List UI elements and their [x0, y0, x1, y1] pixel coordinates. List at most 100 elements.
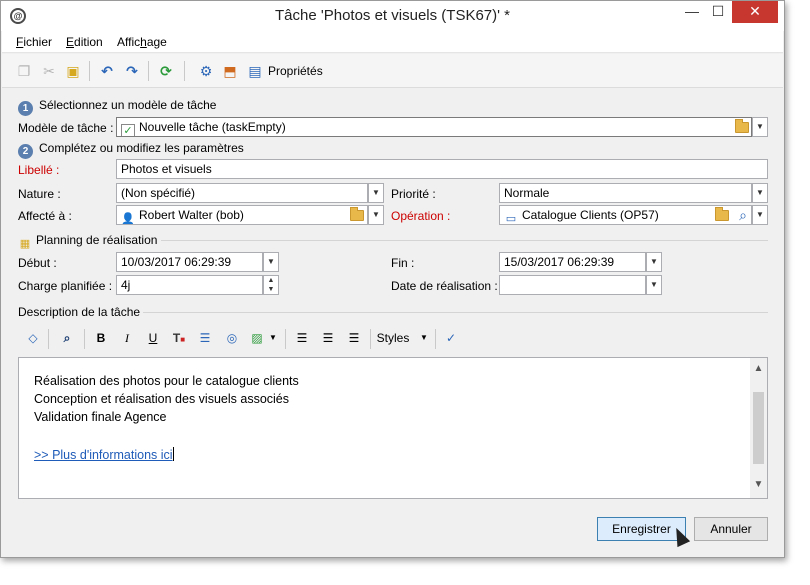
align-right-icon[interactable]: ☰: [346, 329, 362, 347]
description-label: Description de la tâche: [18, 305, 141, 319]
charge-input[interactable]: 4j: [116, 275, 263, 295]
find-icon[interactable]: ⌕: [57, 329, 77, 347]
menu-fichier[interactable]: Fichier: [16, 35, 52, 49]
charge-label: Charge planifiée :: [18, 279, 113, 293]
fin-label: Fin :: [391, 256, 415, 270]
styles-dropdown[interactable]: Styles: [376, 329, 410, 347]
settings-icon[interactable]: ⚙: [197, 62, 215, 80]
date-realisation-dropdown-button[interactable]: ▼: [646, 275, 662, 295]
folder-icon[interactable]: [735, 119, 749, 133]
affecte-field[interactable]: 👤 Robert Walter (bob): [116, 205, 368, 225]
image-icon[interactable]: ▨: [248, 329, 266, 347]
refresh-icon[interactable]: ⟳: [157, 62, 175, 80]
editor-separator: [370, 329, 371, 349]
step-1: 1 Sélectionnez un modèle de tâche: [18, 98, 216, 116]
menu-edition[interactable]: Edition: [66, 35, 103, 49]
priorite-label: Priorité :: [391, 187, 436, 201]
image-dropdown-button[interactable]: ▼: [268, 329, 278, 347]
operation-folder-icon[interactable]: [715, 207, 729, 221]
copy-icon[interactable]: ❐: [15, 62, 33, 80]
cut-icon[interactable]: ✂: [40, 62, 58, 80]
template-field[interactable]: ✓ Nouvelle tâche (taskEmpty): [116, 117, 752, 137]
menu-affichage[interactable]: Affichage: [117, 35, 167, 49]
fin-dropdown-button[interactable]: ▼: [646, 252, 662, 272]
window-title: Tâche 'Photos et visuels (TSK67)' *: [275, 7, 510, 24]
charge-spinner[interactable]: ▲ ▼: [263, 275, 279, 295]
editor-separator: [48, 329, 49, 349]
priorite-dropdown-button[interactable]: ▼: [752, 183, 768, 203]
affecte-label: Affecté à :: [18, 209, 72, 223]
align-left-icon[interactable]: ☰: [294, 329, 310, 347]
more-info-link[interactable]: >> Plus d'informations ici: [34, 448, 173, 462]
bold-button[interactable]: B: [93, 329, 109, 347]
cancel-button[interactable]: Annuler: [694, 517, 768, 541]
toolbar: ❐ ✂ ▣ ↶ ↷ ⟳ ⚙ ⬒ ▤ Propriétés: [2, 54, 783, 88]
description-editor[interactable]: Réalisation des photos pour le catalogue…: [18, 357, 768, 499]
editor-separator: [84, 329, 85, 349]
properties-button[interactable]: Propriétés: [268, 64, 323, 78]
spellcheck-icon[interactable]: ✓: [443, 329, 459, 347]
styles-dropdown-arrow[interactable]: ▼: [419, 329, 429, 347]
close-button[interactable]: ✕: [732, 1, 778, 23]
nature-select[interactable]: (Non spécifié): [116, 183, 368, 203]
redo-icon[interactable]: ↷: [123, 62, 141, 80]
source-icon[interactable]: ◇: [24, 329, 42, 347]
editor-separator: [285, 329, 286, 349]
italic-button[interactable]: I: [119, 329, 135, 347]
list-icon[interactable]: ☰: [197, 329, 213, 347]
planning-header: ▦ Planning de réalisation: [18, 233, 158, 251]
debut-label: Début :: [18, 256, 57, 270]
scroll-thumb[interactable]: [753, 392, 764, 464]
editor-separator: [435, 329, 436, 349]
maximize-button[interactable]: ☐: [705, 1, 731, 23]
nature-dropdown-button[interactable]: ▼: [368, 183, 384, 203]
mouse-cursor: [669, 524, 691, 548]
export-icon[interactable]: ⬒: [221, 62, 239, 80]
editor-link-line: >> Plus d'informations ici: [34, 447, 174, 462]
operation-label: Opération :: [391, 209, 451, 223]
undo-icon[interactable]: ↶: [98, 62, 116, 80]
calendar-icon: ▦: [19, 238, 31, 250]
fin-input[interactable]: 15/03/2017 06:29:39: [499, 252, 646, 272]
editor-line: Conception et réalisation des visuels as…: [34, 392, 289, 406]
step-1-number: 1: [18, 101, 33, 116]
libelle-input[interactable]: Photos et visuels: [116, 159, 768, 179]
properties-icon[interactable]: ▤: [246, 62, 264, 80]
template-dropdown-button[interactable]: ▼: [752, 117, 768, 137]
step-1-label: Sélectionnez un modèle de tâche: [39, 98, 217, 112]
debut-input[interactable]: 10/03/2017 06:29:39: [116, 252, 263, 272]
step-2-label: Complétez ou modifiez les paramètres: [39, 141, 244, 155]
step-2-number: 2: [18, 144, 33, 159]
menu-bar: Fichier Edition Affichage: [2, 31, 783, 53]
template-label: Modèle de tâche :: [18, 121, 114, 135]
planning-label: Planning de réalisation: [36, 233, 158, 247]
text-color-button[interactable]: T■: [171, 329, 187, 347]
nature-label: Nature :: [18, 187, 61, 201]
paste-icon[interactable]: ▣: [64, 62, 82, 80]
toolbar-separator: [184, 61, 185, 81]
editor-line: Validation finale Agence: [34, 410, 167, 424]
link-icon[interactable]: ◎: [223, 329, 241, 347]
search-icon[interactable]: ⌕: [734, 206, 752, 224]
planning-divider: [161, 240, 768, 241]
affecte-folder-icon[interactable]: [350, 207, 364, 221]
operation-dropdown-button[interactable]: ▼: [752, 205, 768, 225]
task-window: @ Tâche 'Photos et visuels (TSK67)' * — …: [0, 0, 785, 558]
affecte-value: Robert Walter (bob): [139, 208, 244, 222]
align-center-icon[interactable]: ☰: [320, 329, 336, 347]
scroll-down-icon[interactable]: ▼: [750, 476, 767, 493]
checked-task-icon: ✓: [121, 124, 135, 136]
underline-button[interactable]: U: [145, 329, 161, 347]
editor-scrollbar[interactable]: ▲ ▼: [750, 358, 767, 498]
debut-dropdown-button[interactable]: ▼: [263, 252, 279, 272]
toolbar-separator: [148, 61, 149, 81]
minimize-button[interactable]: —: [679, 1, 705, 23]
operation-icon: ▭: [505, 213, 517, 225]
template-value: Nouvelle tâche (taskEmpty): [139, 120, 286, 134]
step-2: 2 Complétez ou modifiez les paramètres: [18, 141, 244, 159]
affecte-dropdown-button[interactable]: ▼: [368, 205, 384, 225]
date-realisation-label: Date de réalisation :: [391, 279, 498, 293]
priorite-select[interactable]: Normale: [499, 183, 752, 203]
date-realisation-input[interactable]: [499, 275, 646, 295]
scroll-up-icon[interactable]: ▲: [750, 360, 767, 377]
